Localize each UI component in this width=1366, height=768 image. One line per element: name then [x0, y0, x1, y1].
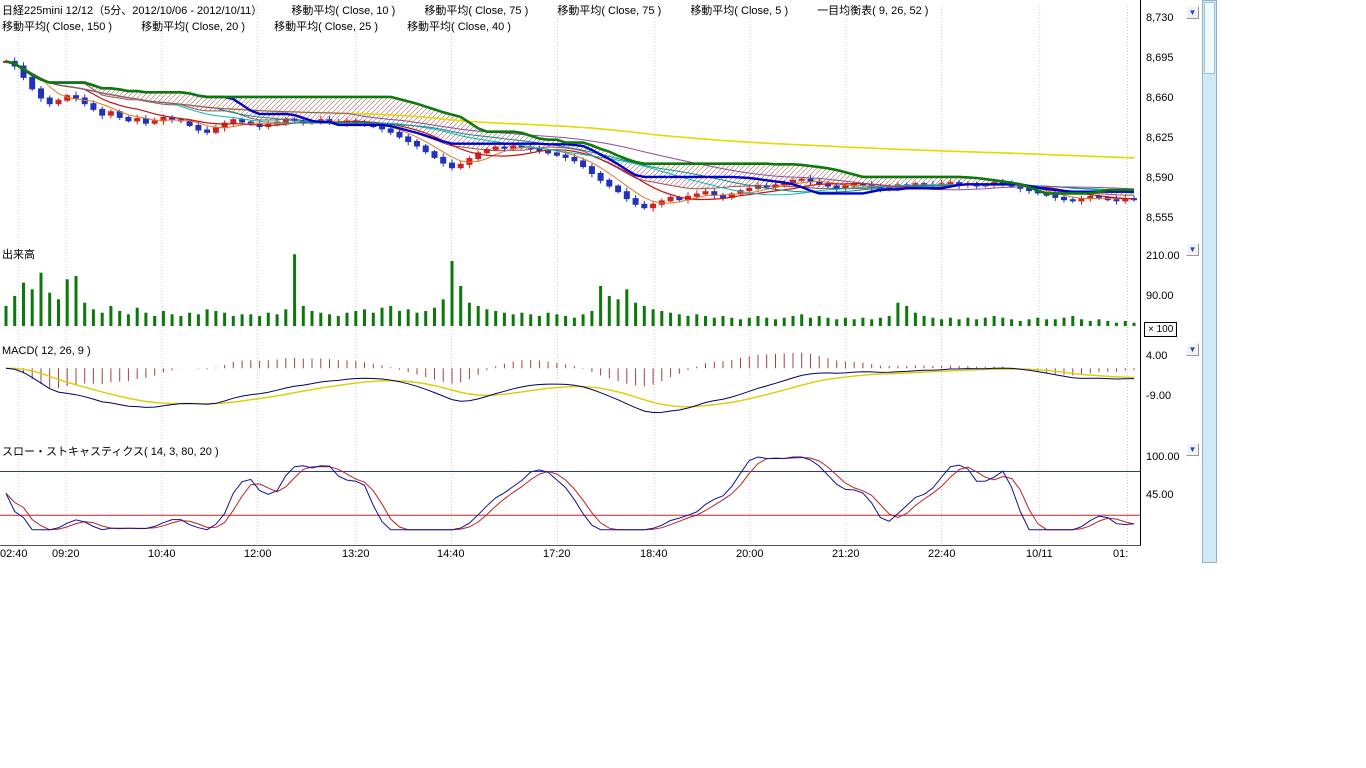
stoch-axis-label: 45.00: [1146, 489, 1206, 501]
vertical-scrollbar[interactable]: [1202, 0, 1217, 563]
price-axis-label: 8,695: [1146, 52, 1206, 64]
x-axis-label: 18:40: [640, 548, 668, 560]
volume-axis-label: 90.00: [1146, 290, 1206, 302]
price-axis-label: 8,590: [1146, 172, 1206, 184]
chart-application-window: 日経225mini 12/12（5分、2012/10/06 - 2012/10/…: [0, 0, 1366, 768]
x-axis-label: 21:20: [832, 548, 860, 560]
indicator-label: 移動平均( Close, 75 ): [557, 5, 661, 17]
price-panel-collapse-button[interactable]: ▼: [1186, 6, 1199, 19]
stoch-panel-collapse-button[interactable]: ▼: [1186, 443, 1199, 456]
macd-panel-label: MACD( 12, 26, 9 ): [2, 345, 91, 357]
price-axis-separator-line: [1140, 0, 1141, 546]
price-axis-label: 8,625: [1146, 132, 1206, 144]
macd-panel-collapse-button[interactable]: ▼: [1186, 343, 1199, 356]
chart-header-row1: 日経225mini 12/12（5分、2012/10/06 - 2012/10/…: [2, 2, 954, 18]
volume-multiplier-box: × 100: [1144, 322, 1177, 337]
indicator-label: 移動平均( Close, 5 ): [690, 5, 788, 17]
price-axis-label: 8,660: [1146, 92, 1206, 104]
volume-panel-label: 出来高: [2, 246, 35, 262]
chart-header-row2: 移動平均( Close, 150 ) 移動平均( Close, 20 ) 移動平…: [2, 18, 537, 34]
instrument-title: 日経225mini 12/12（5分、2012/10/06 - 2012/10/…: [2, 5, 262, 17]
x-axis-label: 20:00: [736, 548, 764, 560]
vertical-scrollbar-thumb[interactable]: [1204, 2, 1215, 74]
x-axis-label: 09:20: [52, 548, 80, 560]
indicator-label: 移動平均( Close, 25 ): [274, 21, 378, 33]
indicator-label: 移動平均( Close, 20 ): [141, 21, 245, 33]
x-axis-label: 17:20: [543, 548, 571, 560]
stoch-panel-label: スロー・ストキャスティクス( 14, 3, 80, 20 ): [2, 443, 219, 459]
x-axis-label: 10/11: [1026, 548, 1053, 560]
macd-axis-label: -9.00: [1146, 390, 1206, 402]
indicator-label: 移動平均( Close, 75 ): [424, 5, 528, 17]
time-axis-line: [0, 545, 1141, 546]
x-axis-label: 12:00: [244, 548, 272, 560]
x-axis-label: 13:20: [342, 548, 370, 560]
indicator-label: 移動平均( Close, 150 ): [2, 21, 112, 33]
x-axis-label: 10:40: [148, 548, 176, 560]
indicator-label: 一目均衡表( 9, 26, 52 ): [817, 5, 928, 17]
indicator-label: 移動平均( Close, 40 ): [407, 21, 511, 33]
x-axis-label: 14:40: [437, 548, 465, 560]
volume-panel-collapse-button[interactable]: ▼: [1186, 243, 1199, 256]
x-axis-label: 22:40: [928, 548, 956, 560]
indicator-label: 移動平均( Close, 10 ): [291, 5, 395, 17]
price-axis-label: 8,555: [1146, 212, 1206, 224]
x-axis-label: 01:: [1113, 548, 1128, 560]
x-axis-label: 02:40: [0, 548, 28, 560]
chart-plot-area[interactable]: [0, 0, 1140, 546]
